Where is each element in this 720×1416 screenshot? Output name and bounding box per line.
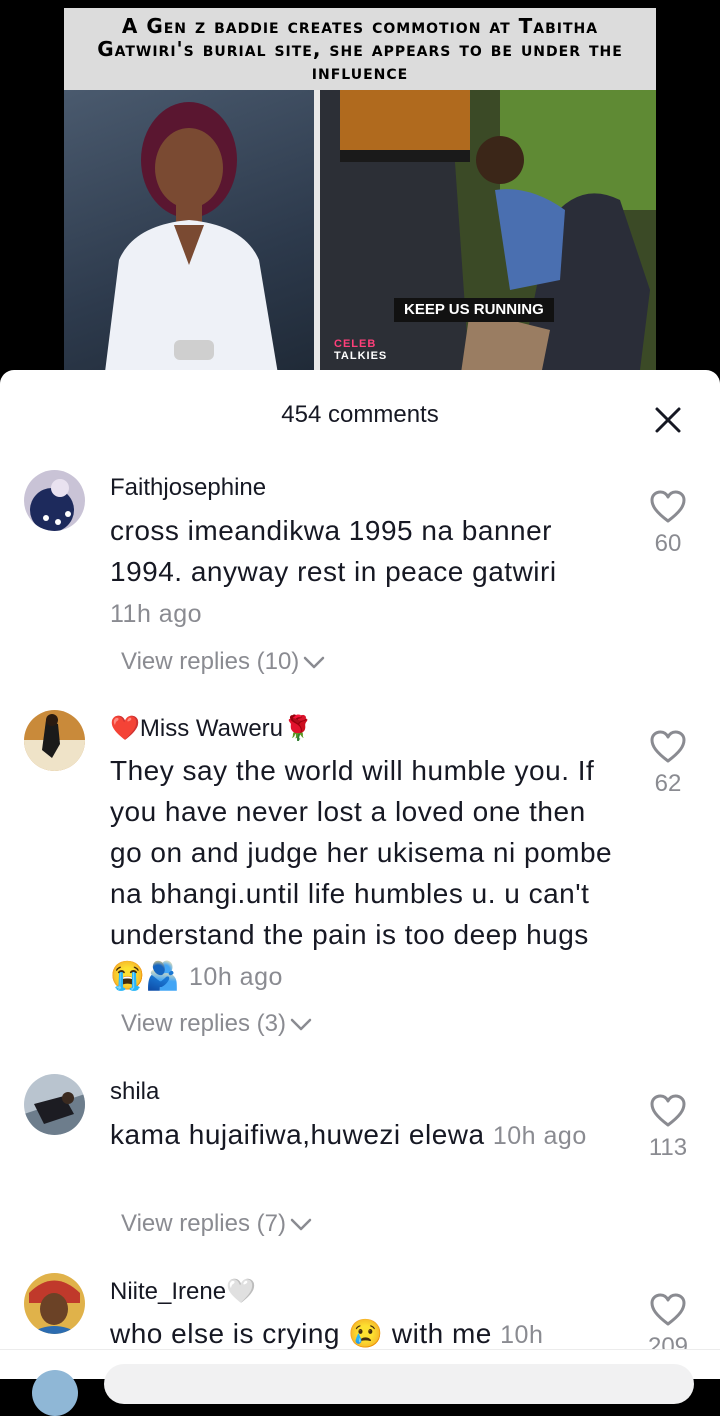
heart-icon xyxy=(650,1293,686,1326)
close-button[interactable] xyxy=(652,404,684,436)
heart-icon xyxy=(650,1094,686,1127)
view-replies-button[interactable]: View replies (10) xyxy=(121,648,325,676)
logo-line2: TALKIES xyxy=(334,350,388,362)
comment-text-content: cross imeandikwa 1995 na banner 1994. an… xyxy=(110,515,557,587)
like-count: 60 xyxy=(654,530,682,557)
comment-count: 454 comments xyxy=(281,401,439,428)
avatar[interactable] xyxy=(24,1273,85,1334)
like-button[interactable]: 60 xyxy=(645,490,691,558)
comment-text-content: who else is crying 😢 with me xyxy=(110,1318,492,1349)
comment-time: 10h xyxy=(500,1321,544,1349)
view-replies-button[interactable]: View replies (3) xyxy=(121,1010,312,1038)
add-comment-input[interactable] xyxy=(104,1364,694,1404)
comment-text: cross imeandikwa 1995 na banner 1994. an… xyxy=(110,510,620,635)
logo-line1: CELEB xyxy=(334,338,377,350)
post-headline-text: A Gen z baddie creates commotion at Tabi… xyxy=(97,13,623,84)
comment-username[interactable]: Niite_Irene🤍 xyxy=(110,1277,256,1306)
comment-text-content: They say the world will humble you. If y… xyxy=(110,755,613,991)
view-replies-label: View replies (3) xyxy=(121,1010,286,1037)
comment-text: kama hujaifiwa,huwezi elewa 10h ago xyxy=(110,1114,620,1157)
burial-photo xyxy=(320,90,656,380)
keep-us-running-text: KEEP US RUNNING xyxy=(404,301,544,318)
comment-text: They say the world will humble you. If y… xyxy=(110,750,620,998)
comment-time: 11h ago xyxy=(110,600,203,628)
view-replies-label: View replies (10) xyxy=(121,648,300,675)
comment-username[interactable]: Faithjosephine xyxy=(110,474,266,502)
comment-time: 10h ago xyxy=(189,963,283,991)
avatar[interactable] xyxy=(24,710,85,771)
avatar[interactable] xyxy=(24,1074,85,1135)
view-replies-button[interactable]: View replies (7) xyxy=(121,1210,312,1238)
like-button[interactable]: 62 xyxy=(645,730,691,798)
comment-text-content: kama hujaifiwa,huwezi elewa xyxy=(110,1119,485,1150)
comment-username[interactable]: ❤️Miss Waweru🌹 xyxy=(110,714,313,743)
heart-icon xyxy=(650,730,686,763)
post-headline: A Gen z baddie creates commotion at Tabi… xyxy=(64,8,656,90)
close-icon xyxy=(655,407,681,433)
like-button[interactable]: 113 xyxy=(645,1094,691,1162)
chevron-down-icon xyxy=(304,656,325,668)
avatar[interactable] xyxy=(24,470,85,531)
like-count: 113 xyxy=(648,1134,688,1161)
chevron-down-icon xyxy=(290,1218,312,1230)
view-replies-label: View replies (7) xyxy=(121,1210,286,1237)
heart-icon xyxy=(650,490,686,523)
comment-username[interactable]: shila xyxy=(110,1078,159,1106)
comments-sheet: 454 comments Faithjosephine cross imeand… xyxy=(0,370,720,1379)
comments-header: 454 comments xyxy=(0,370,720,462)
chevron-down-icon xyxy=(290,1018,312,1030)
keep-us-running-banner: KEEP US RUNNING xyxy=(394,298,554,322)
like-count: 62 xyxy=(654,770,682,797)
comment-time: 10h ago xyxy=(492,1122,587,1150)
post-image[interactable]: A Gen z baddie creates commotion at Tabi… xyxy=(64,8,656,380)
own-avatar xyxy=(32,1370,78,1416)
portrait-photo xyxy=(64,90,314,380)
celeb-talkies-logo: CELEB TALKIES xyxy=(334,338,387,362)
